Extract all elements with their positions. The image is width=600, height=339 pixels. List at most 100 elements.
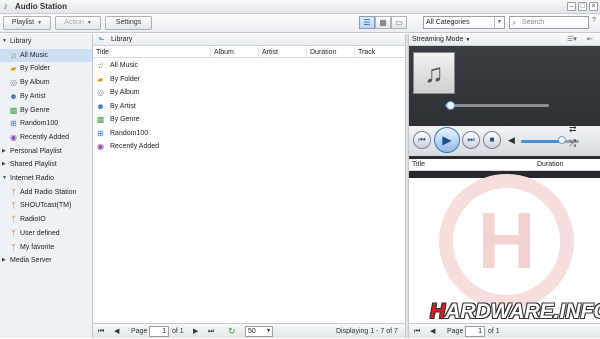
page-label: Page bbox=[131, 328, 148, 335]
collapsed-triangle-icon[interactable]: ▶ bbox=[2, 254, 6, 267]
column-duration[interactable]: Duration bbox=[307, 47, 355, 58]
last-page-icon[interactable]: ⏭ bbox=[208, 324, 214, 339]
sidebar-item-label: By Album bbox=[20, 79, 50, 87]
sidebar-item-library[interactable]: ▼ Library bbox=[0, 35, 92, 48]
collapse-icon[interactable]: ⇤ bbox=[587, 34, 593, 46]
toolbar: Playlist ▼ Action ▼ Settings ☰ ▦ ▭ All Cat… bbox=[0, 14, 600, 33]
hardware-info-brand-watermark: HARDWARE.INFO bbox=[430, 300, 600, 324]
playlist-column-duration[interactable]: Duration bbox=[537, 159, 563, 171]
page-size-select[interactable]: 50 ▼ bbox=[245, 326, 273, 337]
play-button[interactable]: ▶ bbox=[434, 127, 460, 153]
row-title: All Music bbox=[110, 62, 139, 69]
displaying-count: Displaying 1 - 7 of 7 bbox=[336, 328, 398, 335]
table-row[interactable]: ⊞ Random100 bbox=[93, 127, 405, 140]
playlist-button[interactable]: Playlist ▼ bbox=[3, 16, 51, 30]
first-page-icon[interactable]: ⏮ bbox=[98, 324, 104, 339]
table-row[interactable]: ◉ Recently Added bbox=[93, 140, 405, 153]
column-artist[interactable]: Artist bbox=[259, 47, 307, 58]
chevron-down-icon: ▼ bbox=[86, 20, 92, 26]
list-view-icon: ☰ bbox=[363, 18, 371, 27]
sidebar-item-label: User defined bbox=[20, 229, 60, 237]
minimize-icon[interactable]: – bbox=[567, 2, 576, 11]
category-select[interactable]: All Categories ▼ bbox=[423, 16, 505, 29]
album-icon: ◎ bbox=[10, 78, 17, 88]
sidebar-item-label: Add Radio Station bbox=[20, 188, 77, 196]
search-input[interactable]: ⌕ Search bbox=[509, 16, 589, 29]
sidebar-item-label: RadioIO bbox=[20, 216, 46, 224]
column-track[interactable]: Track bbox=[355, 47, 405, 58]
action-button[interactable]: Action ▼ bbox=[55, 16, 101, 30]
chevron-down-icon: ▼ bbox=[465, 37, 471, 43]
sidebar-item-by-album[interactable]: ◎ By Album bbox=[0, 76, 92, 89]
sidebar-item-shoutcast-tm[interactable]: ᛉ SHOUTcast(TM) bbox=[0, 199, 92, 212]
table-row[interactable]: ▰ By Folder bbox=[93, 73, 405, 86]
next-track-button[interactable]: ⏭ bbox=[462, 131, 480, 149]
page-number-input[interactable]: 1 bbox=[465, 326, 485, 337]
prev-page-icon[interactable]: ◀ bbox=[430, 324, 435, 339]
table-row[interactable]: ☻ By Artist bbox=[93, 100, 405, 113]
sidebar-item-media-server[interactable]: ▶ Media Server bbox=[0, 254, 92, 267]
coverflow-view-button[interactable]: ▭ bbox=[391, 16, 407, 29]
chevron-down-icon[interactable]: ▼ bbox=[494, 17, 504, 28]
thumbnail-view-button[interactable]: ▦ bbox=[375, 16, 391, 29]
sidebar-item-all-music[interactable]: ♫ All Music bbox=[0, 48, 92, 62]
sidebar-item-by-genre[interactable]: ▩ By Genre bbox=[0, 104, 92, 117]
sidebar-item-radioio[interactable]: ᛉ RadioIO bbox=[0, 213, 92, 226]
refresh-icon[interactable]: ↻ bbox=[228, 324, 236, 339]
sidebar-item-label: My favorite bbox=[20, 243, 55, 251]
column-album[interactable]: Album bbox=[211, 47, 259, 58]
previous-track-button[interactable]: ⏮ bbox=[413, 131, 431, 149]
artist-icon: ☻ bbox=[96, 101, 105, 111]
table-row[interactable]: ◎ By Album bbox=[93, 86, 405, 99]
sidebar-item-random100[interactable]: ⊞ Random100 bbox=[0, 117, 92, 130]
settings-button[interactable]: Settings bbox=[105, 16, 152, 30]
coverflow-view-icon: ▭ bbox=[395, 18, 403, 27]
row-title: By Artist bbox=[110, 102, 136, 110]
stop-button[interactable]: ■ bbox=[483, 131, 501, 149]
expanded-triangle-icon[interactable]: ▼ bbox=[2, 172, 7, 185]
sidebar-item-shared-playlist[interactable]: ▶ Shared Playlist bbox=[0, 158, 92, 171]
streaming-mode-menu[interactable]: Streaming Mode ▼ bbox=[412, 34, 470, 46]
sidebar-item-by-folder[interactable]: ▰ By Folder bbox=[0, 62, 92, 75]
collapsed-triangle-icon[interactable]: ▶ bbox=[2, 145, 6, 158]
sidebar-item-my-favorite[interactable]: ᛉ My favorite bbox=[0, 241, 92, 254]
breadcrumb-label: Library bbox=[111, 36, 133, 43]
volume-handle[interactable] bbox=[557, 136, 566, 144]
sidebar-item-add-radio-station[interactable]: ᛉ Add Radio Station bbox=[0, 186, 92, 199]
column-title[interactable]: Title bbox=[93, 47, 211, 58]
sidebar-item-label: Recently Added bbox=[20, 133, 70, 141]
up-arrow-icon[interactable]: ⬑ bbox=[98, 34, 105, 46]
next-page-icon[interactable]: ▶ bbox=[193, 324, 198, 339]
seek-handle[interactable] bbox=[446, 101, 456, 110]
sidebar-item-recently-added[interactable]: ◉ Recently Added bbox=[0, 131, 92, 144]
shuffle-icon[interactable]: ⤮ bbox=[569, 138, 576, 149]
playlist-options-icon[interactable]: ☰▾ bbox=[567, 34, 577, 46]
sidebar-item-personal-playlist[interactable]: ▶ Personal Playlist bbox=[0, 145, 92, 158]
first-page-icon[interactable]: ⏮ bbox=[414, 324, 420, 339]
table-row[interactable]: ▩ By Genre bbox=[93, 113, 405, 126]
playlist-column-title[interactable]: Title bbox=[412, 159, 425, 171]
page-number-input[interactable]: 1 bbox=[149, 326, 169, 337]
sidebar-item-label: By Folder bbox=[20, 65, 50, 73]
sidebar-item-internet-radio[interactable]: ▼ Internet Radio bbox=[0, 172, 92, 185]
sidebar-item-user-defined[interactable]: ᛉ User defined bbox=[0, 227, 92, 240]
search-icon: ⌕ bbox=[512, 18, 517, 27]
help-icon[interactable]: ? bbox=[592, 17, 596, 24]
sidebar-item-by-artist[interactable]: ☻ By Artist bbox=[0, 90, 92, 103]
seek-bar[interactable] bbox=[445, 104, 549, 107]
radio-tower-icon: ᛉ bbox=[11, 228, 16, 238]
collapsed-triangle-icon[interactable]: ▶ bbox=[2, 158, 6, 171]
close-icon[interactable]: × bbox=[589, 2, 598, 11]
grid-view-icon: ▦ bbox=[379, 18, 387, 27]
maximize-icon[interactable]: □ bbox=[578, 2, 587, 11]
album-icon: ◎ bbox=[97, 88, 104, 97]
playlist-header: Title Duration bbox=[409, 159, 600, 171]
player-header: Streaming Mode ▼ ☰▾ ⇤ bbox=[409, 34, 600, 46]
prev-page-icon[interactable]: ◀ bbox=[114, 324, 119, 339]
volume-icon[interactable]: ◀ bbox=[508, 135, 515, 146]
repeat-icon[interactable]: ⇄ bbox=[569, 124, 577, 135]
page-count: of 1 bbox=[488, 328, 500, 335]
table-row[interactable]: ♫ All Music bbox=[93, 59, 405, 72]
list-view-button[interactable]: ☰ bbox=[359, 16, 375, 29]
expanded-triangle-icon[interactable]: ▼ bbox=[2, 35, 7, 48]
